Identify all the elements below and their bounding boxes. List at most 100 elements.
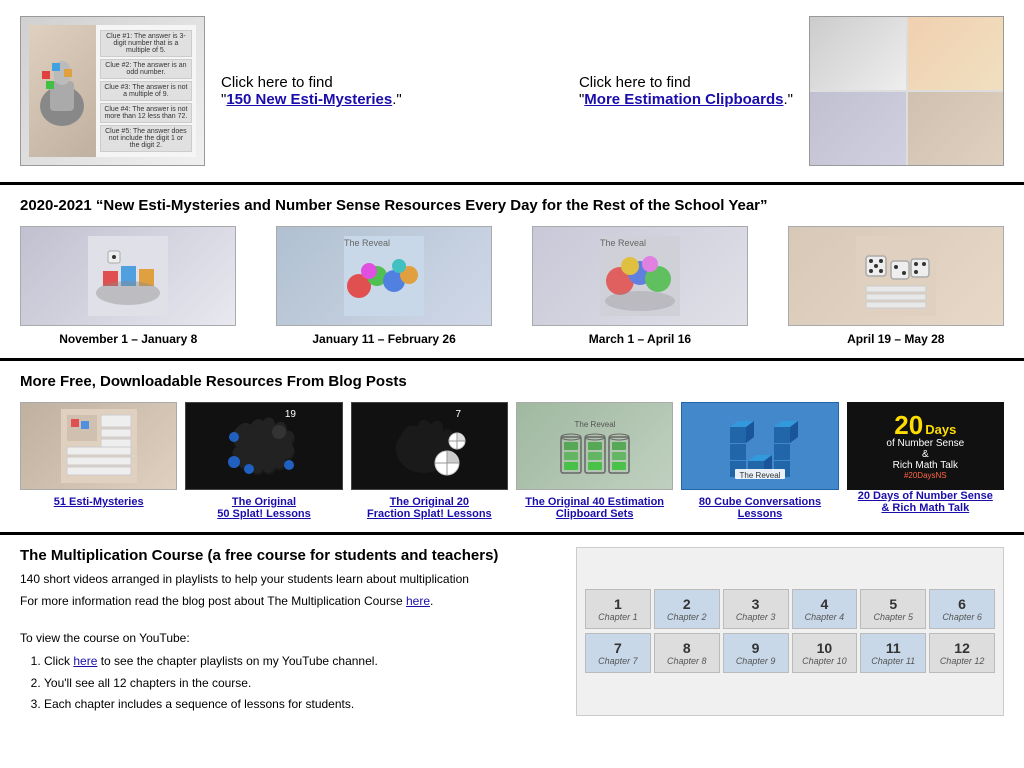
clue-4: Clue #4: The answer is not more than 12 … (100, 103, 192, 123)
resource-image-1 (20, 402, 177, 490)
resource-image-4: The Reveal (516, 402, 673, 490)
resource-image-5: The Reveal (681, 402, 838, 490)
mult-thumb-8: 8 Chapter 8 (654, 633, 720, 673)
mult-thumb-3: 3 Chapter 3 (723, 589, 789, 629)
playlist-item-1: November 1 – January 8 (20, 226, 236, 346)
clipboard-img-3 (810, 92, 906, 165)
top-right-block: Click here to find "More Estimation Clip… (579, 16, 1004, 166)
resources-row: 51 Esti-Mysteries 19 (20, 402, 1004, 520)
svg-text:The Reveal: The Reveal (344, 238, 390, 248)
clipboard-img-2 (908, 17, 1004, 90)
mult-step1-link[interactable]: here (73, 654, 97, 668)
hashtag-label: #20DaysNS (904, 471, 947, 480)
top-left-text: Click here to find "150 New Esti-Mysteri… (221, 74, 402, 108)
mult-thumbnails-top: 1 Chapter 1 2 Chapter 2 3 Chapter 3 4 Ch… (585, 589, 995, 629)
resource-item-3: 7 The Original 20Fraction Splat! Le (351, 402, 508, 520)
section-2021: 2020-2021 “New Esti-Mysteries and Number… (0, 185, 1024, 361)
resource-link-5[interactable]: 80 Cube ConversationsLessons (699, 496, 821, 520)
resource-image-6: 20 Days of Number Sense & Rich Math Talk… (847, 402, 1004, 490)
playlists-row: November 1 – January 8 The Reveal Januar… (20, 226, 1004, 346)
clipboard-img-1 (810, 17, 906, 90)
mult-step-3: Each chapter includes a sequence of less… (44, 694, 560, 716)
mult-thumb-7: 7 Chapter 7 (585, 633, 651, 673)
svg-text:19: 19 (285, 409, 297, 420)
of-label: of Number Sense (886, 438, 964, 449)
mult-here-link[interactable]: here (406, 594, 430, 608)
resource-item-1: 51 Esti-Mysteries (20, 402, 177, 508)
section-2021-heading: 2020-2021 “New Esti-Mysteries and Number… (20, 197, 1004, 214)
estimation-clipboards-link[interactable]: More Estimation Clipboards (584, 91, 783, 108)
resource-item-2: 19 The Original50 Splat! Lessons (185, 402, 342, 520)
mult-thumb-6: 6 Chapter 6 (929, 589, 995, 629)
svg-text:The Reveal: The Reveal (574, 420, 615, 429)
mult-thumb-2: 2 Chapter 2 (654, 589, 720, 629)
mult-heading: The Multiplication Course (a free course… (20, 547, 560, 564)
right-click-label: Click here to find "More Estimation Clip… (579, 74, 793, 108)
resource-link-2[interactable]: The Original50 Splat! Lessons (217, 496, 311, 520)
resource-link-3[interactable]: The Original 20Fraction Splat! Lessons (367, 496, 492, 520)
resource-link-6[interactable]: 20 Days of Number Sense& Rich Math Talk (858, 490, 993, 514)
resource-image-2: 19 (185, 402, 342, 490)
mult-thumb-4: 4 Chapter 4 (792, 589, 858, 629)
section-multiplication: The Multiplication Course (a free course… (0, 535, 1024, 728)
mult-thumb-9: 9 Chapter 9 (723, 633, 789, 673)
left-click-text: Click here to find (221, 74, 333, 91)
playlist-image-1 (20, 226, 236, 326)
left-suffix: . (392, 91, 396, 108)
mult-line2-text: For more information read the blog post … (20, 594, 406, 608)
playlist-label-4: April 19 – May 28 (847, 332, 944, 346)
mult-line2: For more information read the blog post … (20, 592, 560, 610)
clipboard-img-4 (908, 92, 1004, 165)
clipboard-image (809, 16, 1004, 166)
right-suffix: . (784, 91, 788, 108)
mult-thumb-11: 11 Chapter 11 (860, 633, 926, 673)
clue-image-left (29, 25, 96, 157)
playlist-image-2: The Reveal (276, 226, 492, 326)
playlist-label-1: November 1 – January 8 (59, 332, 197, 346)
playlist-label-3: March 1 – April 16 (589, 332, 691, 346)
mult-steps: Click here to see the chapter playlists … (44, 651, 560, 716)
svg-text:7: 7 (456, 409, 462, 420)
resource-link-4[interactable]: The Original 40 EstimationClipboard Sets (525, 496, 664, 520)
resource-link-1[interactable]: 51 Esti-Mysteries (54, 496, 144, 508)
esti-mysteries-link[interactable]: 150 New Esti-Mysteries (226, 91, 392, 108)
mult-text-block: The Multiplication Course (a free course… (20, 547, 560, 716)
amp-label: & (922, 449, 929, 460)
resource-item-5: The Reveal 80 Cube ConversationsLessons (681, 402, 838, 520)
top-banner: Clue #1: The answer is 3-digit number th… (0, 0, 1024, 185)
playlist-item-2: The Reveal January 11 – February 26 (276, 226, 492, 346)
clue-5: Clue #5: The answer does not include the… (100, 125, 192, 152)
mult-thumbnails-bottom: 7 Chapter 7 8 Chapter 8 9 Chapter 9 10 C… (585, 633, 995, 673)
svg-text:The Reveal: The Reveal (740, 471, 781, 480)
clue-1: Clue #1: The answer is 3-digit number th… (100, 30, 192, 57)
svg-text:The Reveal: The Reveal (600, 238, 646, 248)
mult-thumb-5: 5 Chapter 5 (860, 589, 926, 629)
resource-item-6: 20 Days of Number Sense & Rich Math Talk… (847, 402, 1004, 514)
mult-view-text: To view the course on YouTube: (20, 629, 560, 647)
mult-thumb-12: 12 Chapter 12 (929, 633, 995, 673)
top-right-text: Click here to find "More Estimation Clip… (579, 74, 793, 108)
clue-3: Clue #3: The answer is not a multiple of… (100, 81, 192, 101)
mult-step-2: You'll see all 12 chapters in the course… (44, 673, 560, 695)
mult-thumb-10: 10 Chapter 10 (792, 633, 858, 673)
resource-item-4: The Reveal The Original 40 EstimationCli… (516, 402, 673, 520)
mult-line1: 140 short videos arranged in playlists t… (20, 570, 560, 588)
playlist-image-3: The Reveal (532, 226, 748, 326)
esti-mystery-image: Clue #1: The answer is 3-digit number th… (20, 16, 205, 166)
clue-text-right: Clue #1: The answer is 3-digit number th… (96, 25, 196, 157)
resource-image-3: 7 (351, 402, 508, 490)
playlist-item-3: The Reveal March 1 – April 16 (532, 226, 748, 346)
left-click-label: Click here to find "150 New Esti-Mysteri… (221, 74, 402, 108)
mult-thumb-1: 1 Chapter 1 (585, 589, 651, 629)
top-left-block: Clue #1: The answer is 3-digit number th… (20, 16, 402, 166)
mult-image-block: 1 Chapter 1 2 Chapter 2 3 Chapter 3 4 Ch… (576, 547, 1004, 716)
mult-line3-text: . (430, 594, 433, 608)
section-resources: More Free, Downloadable Resources From B… (0, 361, 1024, 535)
rich-math-label: Rich Math Talk (893, 460, 958, 471)
section-resources-heading: More Free, Downloadable Resources From B… (20, 373, 1004, 390)
playlist-item-4: April 19 – May 28 (788, 226, 1004, 346)
playlist-label-2: January 11 – February 26 (312, 332, 455, 346)
right-click-text: Click here to find (579, 74, 691, 91)
clue-2: Clue #2: The answer is an odd number. (100, 59, 192, 79)
days-label: Days (925, 422, 956, 437)
